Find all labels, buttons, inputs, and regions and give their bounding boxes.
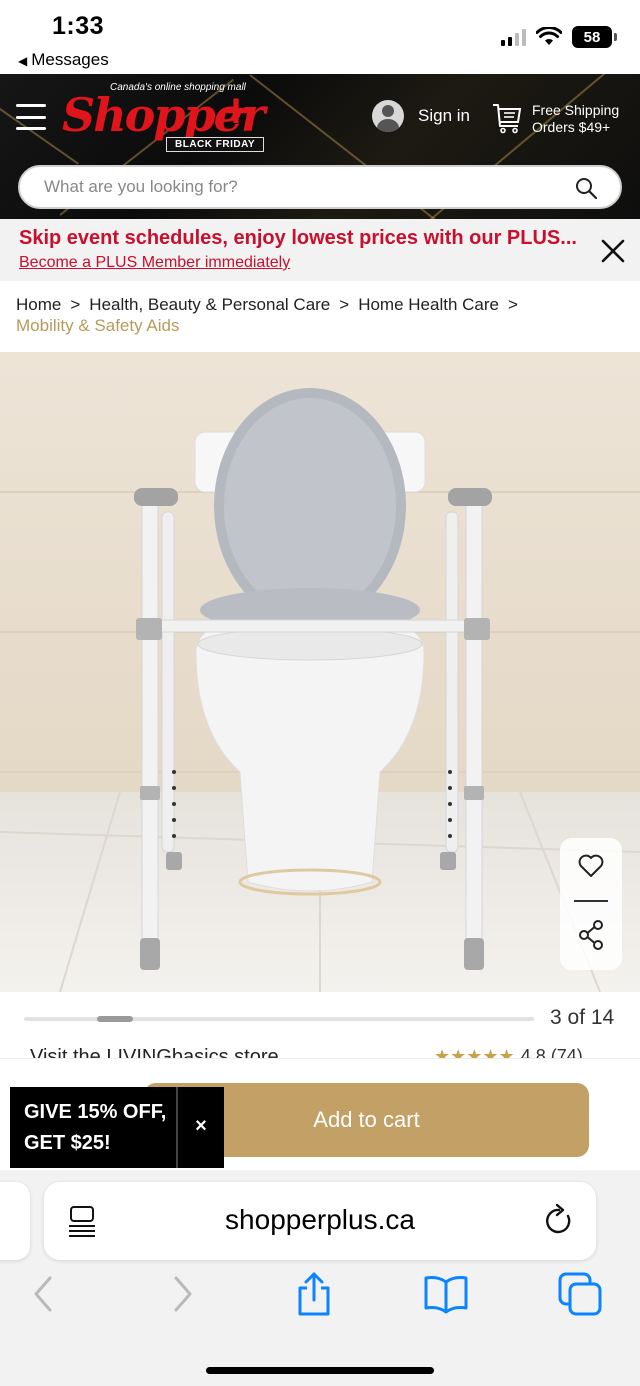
back-triangle-icon: ◀ bbox=[18, 54, 28, 68]
breadcrumb-health-beauty[interactable]: Health, Beauty & Personal Care bbox=[89, 295, 330, 314]
address-bar[interactable]: shopperplus.ca bbox=[44, 1182, 596, 1260]
cellular-signal-icon bbox=[501, 28, 526, 46]
become-plus-member-link[interactable]: Become a PLUS Member immediately bbox=[19, 254, 290, 272]
offer-divider bbox=[176, 1087, 178, 1168]
back-app-label: Messages bbox=[31, 50, 109, 69]
status-time: 1:33 bbox=[52, 12, 105, 40]
gallery-progress-thumb[interactable] bbox=[97, 1016, 133, 1022]
cart-icon[interactable] bbox=[492, 102, 522, 134]
visit-store-link[interactable]: Visit the LIVINGbasics store bbox=[30, 1046, 279, 1058]
breadcrumb-separator: > bbox=[339, 295, 350, 314]
black-friday-badge: BLACK FRIDAY bbox=[166, 137, 265, 152]
image-actions-panel bbox=[560, 838, 622, 970]
share-sheet-icon[interactable] bbox=[292, 1272, 336, 1316]
menu-icon[interactable] bbox=[16, 104, 46, 130]
store-row: Visit the LIVINGbasics store ★★★★★ 4.8 (7… bbox=[0, 1046, 640, 1058]
site-header: Canada's online shopping mall Shopper + … bbox=[0, 74, 640, 219]
tabs-icon[interactable] bbox=[558, 1272, 602, 1316]
close-offer-icon[interactable]: × bbox=[190, 1111, 212, 1141]
shopper-plus-logo[interactable]: Canada's online shopping mall Shopper + … bbox=[62, 82, 272, 152]
reload-icon[interactable] bbox=[544, 1204, 574, 1236]
logo-plus: + bbox=[222, 85, 251, 138]
breadcrumb-home[interactable]: Home bbox=[16, 295, 61, 314]
battery-icon: 58 bbox=[572, 26, 617, 48]
safari-toolbar: shopperplus.ca bbox=[0, 1170, 640, 1386]
status-bar: 1:33 ◀ Messages 58 bbox=[0, 0, 640, 74]
user-avatar-icon bbox=[372, 100, 404, 132]
gallery-counter: 3 of 14 bbox=[550, 1006, 615, 1029]
actions-divider bbox=[574, 900, 608, 902]
back-icon[interactable] bbox=[22, 1272, 66, 1316]
search-bar bbox=[18, 165, 622, 209]
close-icon[interactable] bbox=[598, 236, 628, 266]
sign-in-label: Sign in bbox=[418, 106, 470, 125]
home-indicator bbox=[206, 1367, 434, 1374]
search-icon[interactable] bbox=[574, 176, 598, 200]
previous-tab-peek[interactable] bbox=[0, 1182, 30, 1260]
breadcrumb-separator: > bbox=[70, 295, 81, 314]
bookmarks-icon[interactable] bbox=[424, 1272, 468, 1316]
sign-in-button[interactable]: Sign in bbox=[372, 100, 470, 132]
breadcrumb: Home > Health, Beauty & Personal Care > Home… bbox=[16, 294, 626, 336]
status-icons: 58 bbox=[501, 24, 617, 50]
shipping-line-1: Free Shipping bbox=[532, 102, 620, 118]
plus-promo-banner: Skip event schedules, enjoy lowest price… bbox=[0, 219, 640, 281]
forward-icon[interactable] bbox=[160, 1272, 204, 1316]
shipping-line-2: Orders $49+ bbox=[532, 119, 611, 135]
back-to-messages[interactable]: ◀ Messages bbox=[18, 50, 109, 70]
rating-value: 4.8 (74) bbox=[520, 1046, 583, 1058]
heart-icon[interactable] bbox=[578, 854, 604, 878]
referral-offer-popup[interactable]: GIVE 15% OFF, GET $25! × bbox=[10, 1087, 224, 1168]
product-photo-commode-toilet-frame bbox=[0, 352, 640, 992]
search-input[interactable] bbox=[44, 167, 544, 207]
rating-stars: ★★★★★ bbox=[434, 1046, 515, 1058]
breadcrumb-home-health-care[interactable]: Home Health Care bbox=[358, 295, 499, 314]
product-image[interactable] bbox=[0, 352, 640, 992]
store-rating: ★★★★★ 4.8 (74) bbox=[434, 1046, 583, 1058]
promo-title: Skip event schedules, enjoy lowest price… bbox=[19, 227, 577, 249]
offer-text: GIVE 15% OFF, GET $25! bbox=[24, 1101, 167, 1154]
url-text: shopperplus.ca bbox=[225, 1204, 415, 1235]
breadcrumb-separator: > bbox=[507, 295, 518, 314]
share-icon[interactable] bbox=[578, 920, 604, 950]
free-shipping-info: Free Shipping Orders $49+ bbox=[532, 102, 619, 136]
wifi-icon bbox=[536, 27, 562, 45]
breadcrumb-current-category[interactable]: Mobility & Safety Aids bbox=[16, 315, 626, 336]
